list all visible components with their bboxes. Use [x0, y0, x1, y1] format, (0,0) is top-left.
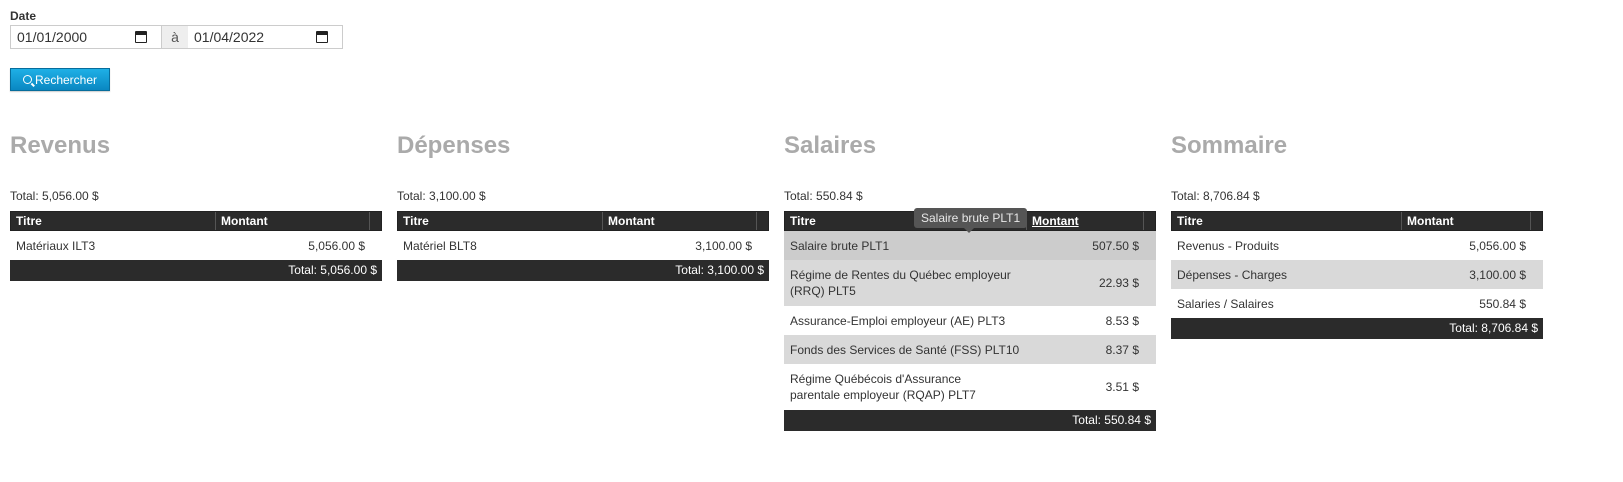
column-header-title[interactable]: Titre — [398, 212, 603, 230]
salaires-table: Titre Montant Salaire brute PLT1 507.50 … — [784, 211, 1156, 431]
row-amount: 8.53 $ — [1105, 313, 1139, 328]
row-title: Fonds des Services de Santé (FSS) PLT10 — [790, 342, 1020, 357]
table-row[interactable]: Régime Québécois d'Assurance parentale e… — [784, 364, 1156, 410]
row-amount: 5,056.00 $ — [308, 238, 365, 253]
column-header-amount[interactable]: Montant — [1027, 212, 1144, 230]
table-row[interactable]: Salaire brute PLT1 507.50 $ — [784, 231, 1156, 260]
column-header-title[interactable]: Titre — [1172, 212, 1402, 230]
search-button[interactable]: Rechercher — [10, 68, 110, 91]
salaires-panel: Salaires Total: 550.84 $ Titre Montant S… — [784, 128, 1156, 431]
calendar-icon[interactable] — [316, 31, 328, 43]
row-tooltip: Salaire brute PLT1 — [914, 208, 1028, 233]
row-amount: 550.84 $ — [1479, 296, 1526, 311]
row-amount: 5,056.00 $ — [1469, 238, 1526, 253]
date-separator: à — [162, 25, 188, 49]
depenses-table: Titre Montant Matériel BLT8 3,100.00 $ T… — [397, 211, 769, 281]
row-title: Revenus - Produits — [1177, 238, 1280, 253]
table-header: Titre Montant — [397, 211, 769, 231]
depenses-heading: Dépenses — [397, 132, 511, 159]
date-from-field[interactable]: 01/01/2000 — [10, 25, 162, 49]
table-row[interactable]: Matériaux ILT3 5,056.00 $ — [10, 231, 382, 260]
search-button-label: Rechercher — [34, 72, 98, 87]
table-row[interactable]: Assurance-Emploi employeur (AE) PLT3 8.5… — [784, 306, 1156, 335]
row-amount: 3,100.00 $ — [1469, 267, 1526, 282]
row-title: Salaire brute PLT1 — [790, 238, 890, 253]
date-range-group: 01/01/2000 à 01/04/2022 — [10, 25, 343, 51]
sommaire-heading: Sommaire — [1171, 132, 1288, 159]
date-filter-label: Date — [10, 9, 37, 23]
row-title: Régime de Rentes du Québec employeur (RR… — [790, 268, 1011, 298]
row-amount: 22.93 $ — [1098, 276, 1139, 290]
search-icon — [22, 75, 32, 84]
table-row[interactable]: Dépenses - Charges 3,100.00 $ — [1171, 260, 1543, 289]
row-amount: 507.50 $ — [1092, 238, 1139, 253]
sommaire-total: Total: 8,706.84 $ — [1171, 189, 1260, 203]
depenses-panel: Dépenses Total: 3,100.00 $ Titre Montant… — [397, 128, 769, 281]
table-row[interactable]: Fonds des Services de Santé (FSS) PLT10 … — [784, 335, 1156, 364]
row-title: Matériaux ILT3 — [16, 238, 96, 253]
table-header: Titre Montant — [1171, 211, 1543, 231]
depenses-total: Total: 3,100.00 $ — [397, 189, 486, 203]
column-header-title[interactable]: Titre — [11, 212, 216, 230]
sommaire-table: Titre Montant Revenus - Produits 5,056.0… — [1171, 211, 1543, 339]
row-title: Salaries / Salaires — [1177, 296, 1274, 311]
column-header-amount[interactable]: Montant — [216, 212, 370, 230]
table-footer-total: Total: 550.84 $ — [784, 410, 1156, 431]
table-footer-total: Total: 8,706.84 $ — [1171, 318, 1543, 339]
row-title: Assurance-Emploi employeur (AE) PLT3 — [790, 313, 1006, 328]
revenus-heading: Revenus — [10, 132, 111, 159]
calendar-icon[interactable] — [135, 31, 147, 43]
revenus-panel: Revenus Total: 5,056.00 $ Titre Montant … — [10, 128, 382, 281]
date-to-value: 01/04/2022 — [194, 29, 265, 45]
date-to-field[interactable]: 01/04/2022 — [188, 25, 343, 49]
table-row[interactable]: Salaries / Salaires 550.84 $ — [1171, 289, 1543, 318]
column-header-amount[interactable]: Montant — [603, 212, 757, 230]
table-row[interactable]: Revenus - Produits 5,056.00 $ — [1171, 231, 1543, 260]
row-title: Matériel BLT8 — [403, 238, 477, 253]
revenus-total: Total: 5,056.00 $ — [10, 189, 99, 203]
row-title: Dépenses - Charges — [1177, 267, 1288, 282]
row-title: Régime Québécois d'Assurance parentale e… — [790, 372, 976, 402]
row-amount: 8.37 $ — [1105, 342, 1139, 357]
date-from-value: 01/01/2000 — [17, 29, 88, 45]
salaires-total: Total: 550.84 $ — [784, 189, 863, 203]
salaires-heading: Salaires — [784, 132, 877, 159]
sommaire-panel: Sommaire Total: 8,706.84 $ Titre Montant… — [1171, 128, 1543, 339]
table-footer-total: Total: 5,056.00 $ — [10, 260, 382, 281]
table-row[interactable]: Régime de Rentes du Québec employeur (RR… — [784, 260, 1156, 306]
row-amount: 3,100.00 $ — [695, 238, 752, 253]
table-footer-total: Total: 3,100.00 $ — [397, 260, 769, 281]
table-header: Titre Montant — [10, 211, 382, 231]
table-row[interactable]: Matériel BLT8 3,100.00 $ — [397, 231, 769, 260]
revenus-table: Titre Montant Matériaux ILT3 5,056.00 $ … — [10, 211, 382, 281]
row-amount: 3.51 $ — [1105, 380, 1139, 394]
column-header-amount[interactable]: Montant — [1402, 212, 1531, 230]
